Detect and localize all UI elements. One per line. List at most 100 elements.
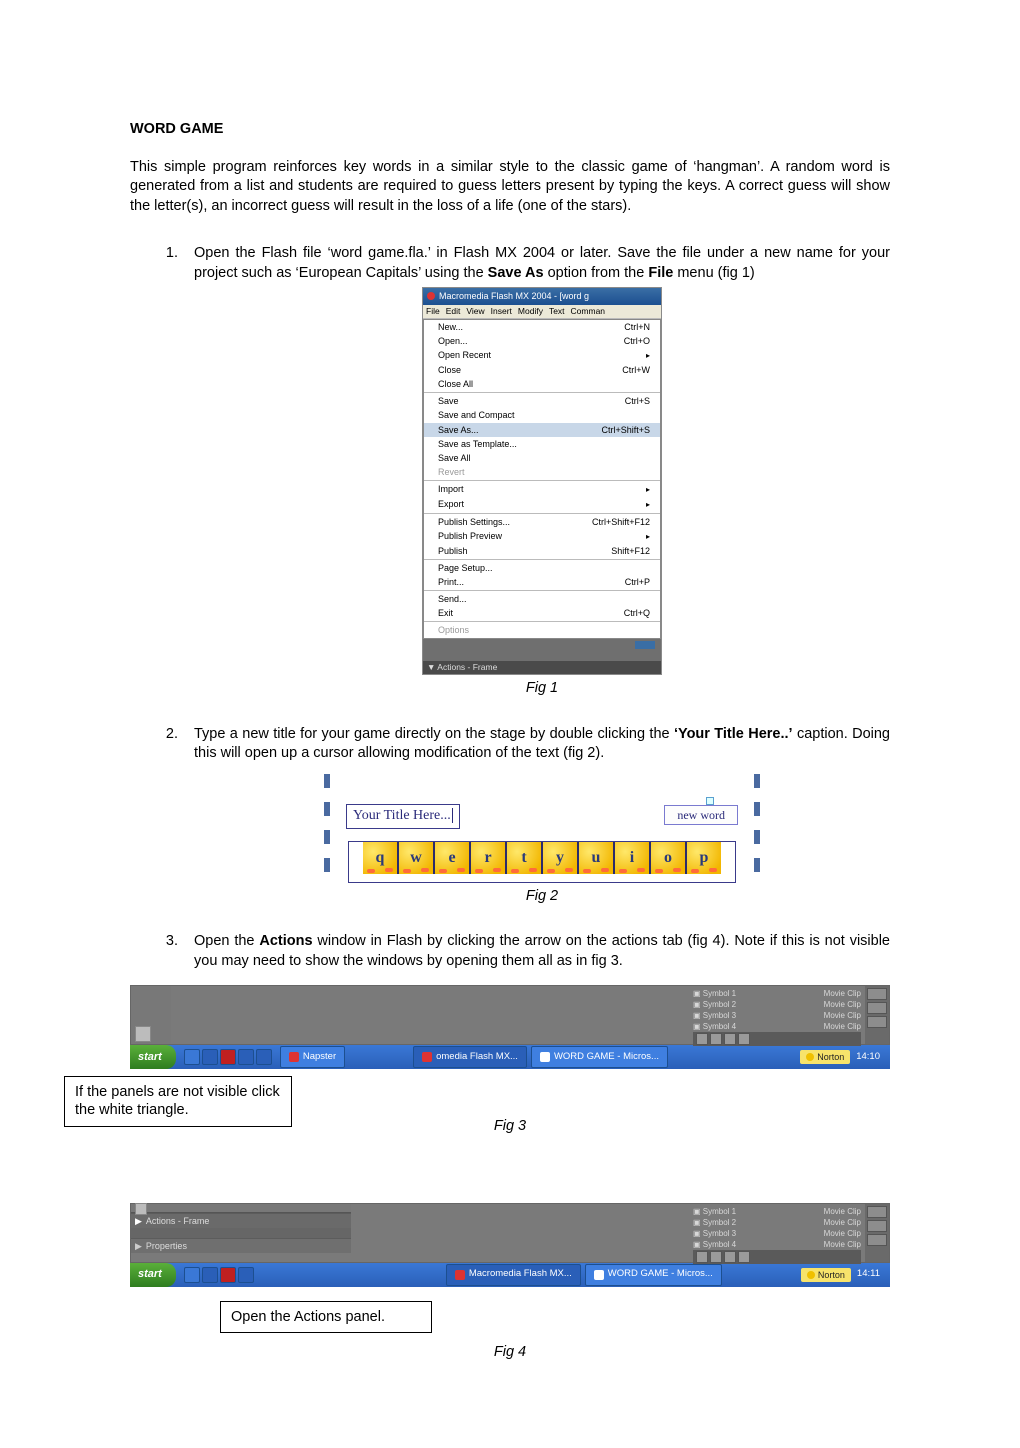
ql-icon-5[interactable]	[256, 1049, 272, 1065]
file-menu-item[interactable]: Open...Ctrl+O	[424, 334, 660, 348]
library-tool-icon[interactable]	[696, 1033, 708, 1045]
start-button-4[interactable]: start	[130, 1263, 176, 1287]
start-button[interactable]: start	[130, 1045, 176, 1069]
library-row[interactable]: ▣ Symbol 2Movie Clip	[693, 1217, 861, 1228]
file-menu-item[interactable]: Save All	[424, 451, 660, 465]
lib4-scroll-down[interactable]	[867, 1234, 887, 1246]
menu-view[interactable]: View	[466, 306, 484, 317]
properties-expand-triangle[interactable]: ▶	[135, 1240, 142, 1252]
file-menu-item[interactable]: New...Ctrl+N	[424, 320, 660, 334]
menu-item-shortcut: Ctrl+P	[625, 576, 650, 588]
ql4-ie-icon[interactable]	[184, 1267, 200, 1283]
file-menu-item[interactable]: Publish Preview	[424, 529, 660, 544]
menu-item-label: Open Recent	[438, 349, 491, 362]
norton-badge-4[interactable]: Norton	[801, 1268, 851, 1282]
library-item-name: ▣ Symbol 4	[693, 1239, 736, 1250]
file-menu-item[interactable]: Save as Template...	[424, 437, 660, 451]
panel-expand-arrow[interactable]	[135, 1026, 151, 1042]
file-menu-item[interactable]: SaveCtrl+S	[424, 394, 660, 408]
task-word-doc[interactable]: WORD GAME - Micros...	[531, 1046, 668, 1068]
key-y[interactable]: y	[541, 842, 577, 874]
task-napster[interactable]: Napster	[280, 1046, 345, 1068]
callout-fig3: If the panels are not visible click the …	[64, 1076, 292, 1126]
task-flash-4[interactable]: Macromedia Flash MX...	[446, 1264, 581, 1286]
library-row[interactable]: ▣ Symbol 2Movie Clip	[693, 999, 861, 1010]
norton-badge[interactable]: Norton	[800, 1050, 850, 1064]
library-tool-icon[interactable]	[724, 1251, 736, 1263]
menu-edit[interactable]: Edit	[446, 306, 461, 317]
menu-item-label: Publish Settings...	[438, 516, 510, 528]
file-menu-item[interactable]: Export	[424, 497, 660, 512]
key-u[interactable]: u	[577, 842, 613, 874]
panel-slot-icon[interactable]	[135, 1203, 147, 1215]
actions-panel-header[interactable]: ▶ Actions - Frame	[131, 1213, 351, 1228]
file-menu-item[interactable]: Save As...Ctrl+Shift+S	[424, 423, 660, 437]
lib-scroll-mid[interactable]	[867, 1002, 887, 1014]
file-menu-item[interactable]: Save and Compact	[424, 408, 660, 422]
file-menu-item[interactable]: Print...Ctrl+P	[424, 575, 660, 589]
library-row[interactable]: ▣ Symbol 4 Movie Clip	[693, 1239, 861, 1250]
ql-icon-4[interactable]	[238, 1049, 254, 1065]
key-i[interactable]: i	[613, 842, 649, 874]
actions-expand-triangle[interactable]: ▶	[135, 1215, 142, 1227]
library-tool-icon[interactable]	[710, 1033, 722, 1045]
properties-panel-header[interactable]: ▶ Properties	[131, 1238, 351, 1253]
ql-icon-3[interactable]	[220, 1049, 236, 1065]
library-row[interactable]: ▣ Symbol 1Movie Clip	[693, 1206, 861, 1217]
lib-scroll-up[interactable]	[867, 988, 887, 1000]
file-menu-item[interactable]: ExitCtrl+Q	[424, 606, 660, 620]
quick-launch-4	[180, 1267, 258, 1283]
menu-modify[interactable]: Modify	[518, 306, 543, 317]
key-w[interactable]: w	[397, 842, 433, 874]
library-row[interactable]: ▣ Symbol 1Movie Clip	[693, 988, 861, 999]
ql4-icon-2[interactable]	[202, 1267, 218, 1283]
ql-ie-icon[interactable]	[184, 1049, 200, 1065]
file-menu-item: Revert	[424, 465, 660, 479]
file-menu-item[interactable]: Close All	[424, 377, 660, 391]
title-here-box[interactable]: Your Title Here...	[346, 804, 460, 829]
library-tool-icon[interactable]	[724, 1033, 736, 1045]
ql-icon-2[interactable]	[202, 1049, 218, 1065]
file-menu-item[interactable]: PublishShift+F12	[424, 544, 660, 558]
step-2: Type a new title for your game directly …	[182, 725, 890, 907]
menu-item-shortcut: Ctrl+N	[624, 321, 650, 333]
library-tool-icon[interactable]	[738, 1033, 750, 1045]
task-word-doc-4[interactable]: WORD GAME - Micros...	[585, 1264, 722, 1286]
file-menu-item[interactable]: Page Setup...	[424, 561, 660, 575]
file-menu-item[interactable]: Open Recent	[424, 348, 660, 363]
task-flash[interactable]: omedia Flash MX...	[413, 1046, 527, 1068]
library-item-kind: Movie Clip	[824, 1239, 861, 1250]
menu-text[interactable]: Text	[549, 306, 565, 317]
ql4-icon-3[interactable]	[220, 1267, 236, 1283]
lib4-scroll-up[interactable]	[867, 1206, 887, 1218]
file-menu-item[interactable]: CloseCtrl+W	[424, 363, 660, 377]
properties-panel-label: Properties	[146, 1240, 187, 1252]
key-q[interactable]: q	[363, 842, 397, 874]
lib4-scroll-mid[interactable]	[867, 1220, 887, 1232]
library-tool-icon[interactable]	[710, 1251, 722, 1263]
file-menu-item[interactable]: Send...	[424, 592, 660, 606]
library-tool-icon[interactable]	[738, 1251, 750, 1263]
key-p[interactable]: p	[685, 842, 721, 874]
library-item-kind: Movie Clip	[824, 1228, 861, 1239]
key-r[interactable]: r	[469, 842, 505, 874]
menu-file[interactable]: File	[426, 306, 440, 317]
file-menu-item[interactable]: Publish Settings...Ctrl+Shift+F12	[424, 515, 660, 529]
menu-commands[interactable]: Comman	[571, 306, 605, 317]
library-tool-icon[interactable]	[696, 1251, 708, 1263]
key-e[interactable]: e	[433, 842, 469, 874]
ql4-icon-4[interactable]	[238, 1267, 254, 1283]
library-row[interactable]: ▣ Symbol 4Movie Clip	[693, 1021, 861, 1032]
new-word-wrap: new word	[664, 806, 738, 826]
key-o[interactable]: o	[649, 842, 685, 874]
menu-item-label: Export	[438, 498, 464, 511]
file-menu-item[interactable]: Import	[424, 482, 660, 497]
library-row[interactable]: ▣ Symbol 3Movie Clip	[693, 1228, 861, 1239]
menu-insert[interactable]: Insert	[491, 306, 512, 317]
selection-handle[interactable]	[706, 797, 714, 805]
new-word-button[interactable]: new word	[664, 805, 738, 825]
library-row[interactable]: ▣ Symbol 3Movie Clip	[693, 1010, 861, 1021]
key-t[interactable]: t	[505, 842, 541, 874]
menu-item-label: Open...	[438, 335, 468, 347]
lib-scroll-down[interactable]	[867, 1016, 887, 1028]
